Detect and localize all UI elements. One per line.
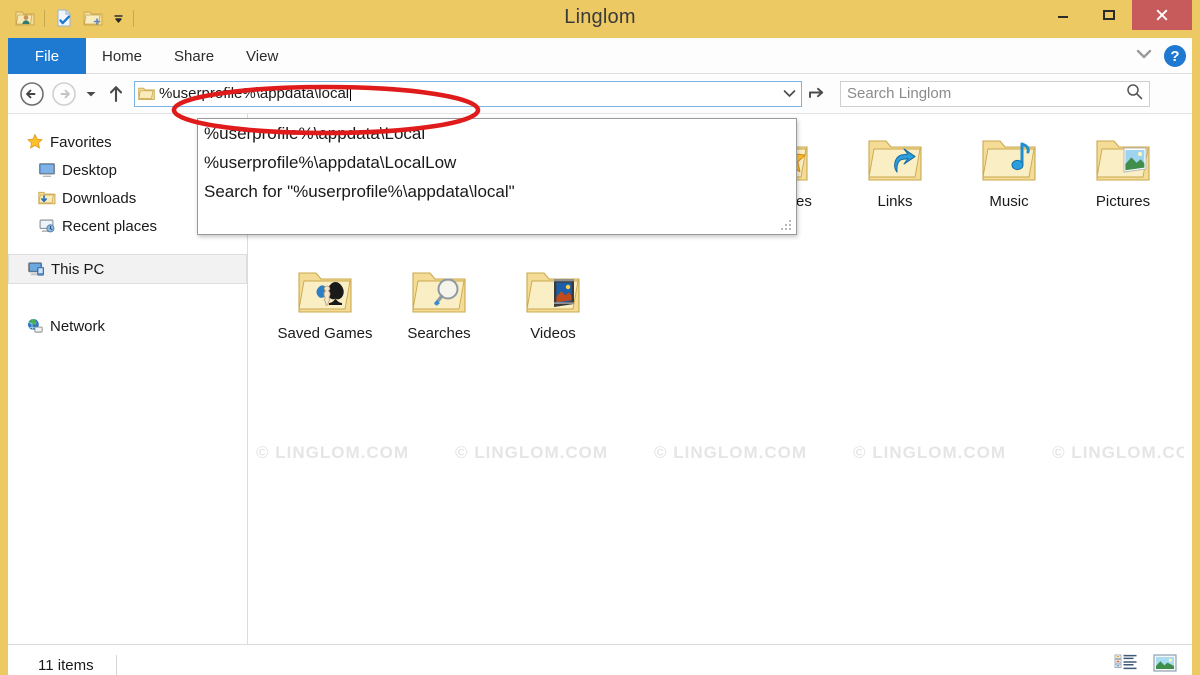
- address-input[interactable]: %userprofile%\appdata\local: [157, 85, 777, 102]
- sidebar-label-this-pc: This PC: [51, 260, 105, 278]
- ribbon-tab-strip: File Home Share View ?: [8, 38, 1192, 74]
- minimize-button[interactable]: [1040, 0, 1086, 30]
- sidebar-gap-2: [8, 284, 247, 298]
- file-label-links: Links: [877, 193, 913, 210]
- title-bar: Linglom: [8, 0, 1192, 38]
- site-watermark: © LINGLOM.COM © LINGLOM.COM © LINGLOM.CO…: [256, 444, 1184, 462]
- file-item-links[interactable]: Links: [838, 128, 952, 260]
- back-button[interactable]: [16, 78, 48, 110]
- item-count-label: 11 items: [38, 657, 94, 674]
- tab-file[interactable]: File: [8, 38, 86, 74]
- sidebar-item-network[interactable]: Network: [8, 312, 247, 340]
- search-input[interactable]: Search Linglom: [847, 85, 1126, 102]
- sidebar-gap-3: [8, 298, 247, 312]
- file-label-saved-games: Saved Games: [277, 325, 373, 342]
- this-pc-icon: [27, 261, 51, 277]
- address-folder-icon: [135, 86, 157, 101]
- address-bar[interactable]: %userprofile%\appdata\local: [134, 80, 802, 107]
- large-icons-view-button[interactable]: [1152, 653, 1178, 675]
- file-label-searches: Searches: [407, 325, 471, 342]
- address-autocomplete-dropdown[interactable]: %userprofile%\appdata\Local %userprofile…: [197, 118, 797, 235]
- sidebar-label-recent-places: Recent places: [62, 217, 158, 235]
- sidebar-label-favorites: Favorites: [50, 133, 112, 151]
- window-title: Linglom: [564, 6, 636, 28]
- ribbon-right-controls: ?: [1134, 38, 1186, 74]
- file-item-videos[interactable]: Videos: [496, 260, 610, 392]
- autocomplete-item-1[interactable]: %userprofile%\appdata\LocalLow: [198, 148, 796, 177]
- details-view-button[interactable]: [1114, 654, 1138, 675]
- star-icon: [26, 133, 50, 151]
- search-box[interactable]: Search Linglom: [840, 80, 1150, 107]
- file-item-music[interactable]: Music: [952, 128, 1066, 260]
- watermark-text: © LINGLOM.COM: [853, 444, 1007, 462]
- search-icon[interactable]: [1126, 83, 1143, 105]
- status-bar: 11 items: [8, 644, 1192, 675]
- tab-view[interactable]: View: [230, 38, 294, 74]
- up-button[interactable]: [102, 78, 130, 110]
- watermark-text: © LINGLOM.COM: [256, 444, 410, 462]
- searches-folder-icon: [412, 272, 466, 313]
- ribbon-tabs: File Home Share View: [8, 38, 1192, 74]
- autocomplete-item-2[interactable]: Search for "%userprofile%\appdata\local": [198, 177, 796, 206]
- file-item-searches[interactable]: Searches: [382, 260, 496, 392]
- watermark-text: © LINGLOM.COM: [455, 444, 609, 462]
- sidebar-label-network: Network: [50, 317, 106, 335]
- sidebar-label-downloads: Downloads: [62, 189, 137, 207]
- videos-folder-icon: [526, 272, 580, 313]
- resize-grip-icon[interactable]: [781, 219, 793, 231]
- status-separator: [115, 654, 117, 675]
- music-folder-icon: [982, 140, 1036, 181]
- network-icon: [26, 318, 50, 334]
- file-item-pictures[interactable]: Pictures: [1066, 128, 1180, 260]
- sidebar-gap-1: [8, 240, 247, 254]
- address-toolbar: %userprofile%\appdata\local Search Lingl…: [8, 74, 1192, 114]
- sidebar-label-desktop: Desktop: [62, 161, 118, 179]
- file-label-pictures: Pictures: [1095, 193, 1151, 210]
- watermark-text: © LINGLOM.COM: [654, 444, 808, 462]
- text-caret: [350, 85, 352, 101]
- explorer-window: Linglom File Home Share View ? %userprof…: [0, 0, 1200, 675]
- autocomplete-item-0[interactable]: %userprofile%\appdata\Local: [198, 119, 796, 148]
- saved-games-folder-icon: [298, 272, 352, 313]
- downloads-folder-icon: [38, 190, 62, 206]
- help-icon[interactable]: ?: [1164, 45, 1186, 67]
- expand-ribbon-chevron-icon[interactable]: [1134, 47, 1154, 66]
- recent-places-icon: [38, 218, 62, 234]
- view-toggle-group: [1114, 653, 1178, 675]
- file-label-music: Music: [989, 193, 1029, 210]
- forward-button[interactable]: [48, 78, 80, 110]
- sidebar-item-this-pc[interactable]: This PC: [8, 254, 247, 284]
- close-button[interactable]: [1132, 0, 1192, 30]
- pictures-folder-icon: [1096, 140, 1150, 181]
- address-value: %userprofile%\appdata\local: [159, 85, 350, 102]
- address-dropdown-chevron-icon[interactable]: [777, 89, 801, 98]
- recent-locations-chevron-icon[interactable]: [80, 78, 102, 110]
- file-label-videos: Videos: [530, 325, 576, 342]
- tab-home[interactable]: Home: [86, 38, 158, 74]
- watermark-text: © LINGLOM.COM: [1052, 444, 1184, 462]
- tab-share[interactable]: Share: [158, 38, 230, 74]
- desktop-icon: [38, 162, 62, 178]
- links-folder-icon: [868, 140, 922, 181]
- go-button[interactable]: [802, 78, 832, 110]
- window-controls: [1040, 0, 1192, 30]
- file-item-saved-games[interactable]: Saved Games: [268, 260, 382, 392]
- maximize-button[interactable]: [1086, 0, 1132, 30]
